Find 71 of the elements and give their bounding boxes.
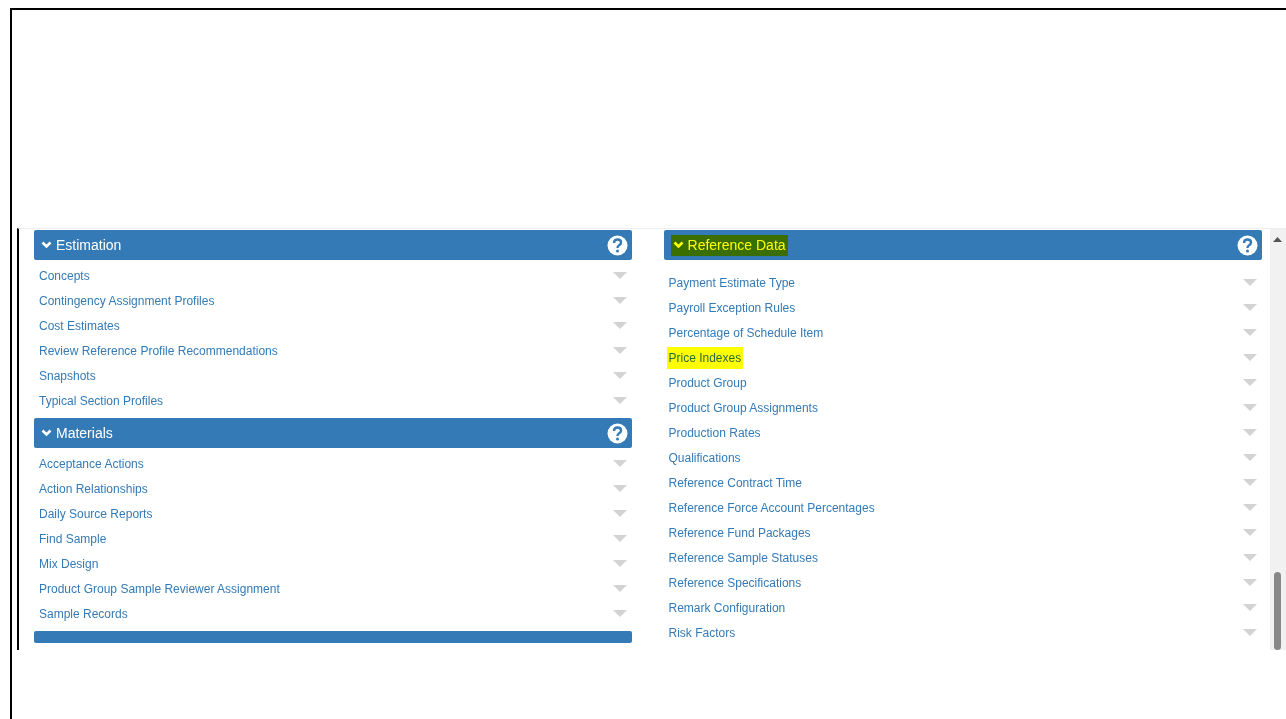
- caret-down-icon[interactable]: [1242, 479, 1257, 486]
- caret-down-icon[interactable]: [613, 347, 627, 354]
- menu-link[interactable]: Price Indexes: [666, 346, 744, 369]
- menu-link[interactable]: Reference Sample Statuses: [668, 548, 818, 567]
- caret-down-icon[interactable]: [1242, 504, 1257, 511]
- chevron-down-icon: [41, 429, 52, 437]
- panel-title[interactable]: Reference Data: [670, 234, 788, 256]
- menu-link[interactable]: Action Relationships: [39, 479, 148, 498]
- caret-down-icon[interactable]: [613, 397, 627, 404]
- caret-down-icon[interactable]: [613, 272, 627, 279]
- menu-link[interactable]: Sample Records: [39, 604, 128, 623]
- caret-down-icon[interactable]: [1242, 579, 1257, 586]
- caret-down-icon[interactable]: [1242, 554, 1257, 561]
- menu-link[interactable]: Reference Specifications: [668, 573, 802, 592]
- menu-link[interactable]: Payroll Exception Rules: [668, 298, 796, 317]
- scrollbar[interactable]: [1270, 229, 1286, 650]
- chevron-down-icon: [41, 241, 52, 249]
- menu-link[interactable]: Remark Configuration: [668, 598, 786, 617]
- caret-down-icon[interactable]: [1242, 304, 1257, 311]
- help-icon[interactable]: [607, 422, 628, 444]
- panel-header[interactable]: Estimation: [34, 230, 632, 260]
- caret-down-icon[interactable]: [613, 322, 627, 329]
- caret-down-icon[interactable]: [613, 610, 627, 617]
- help-icon[interactable]: [607, 234, 628, 256]
- menu-link[interactable]: Acceptance Actions: [39, 454, 144, 473]
- caret-down-icon[interactable]: [613, 510, 627, 517]
- menu-link[interactable]: Snapshots: [39, 366, 96, 385]
- menu-link[interactable]: Review Reference Profile Recommendations: [39, 341, 278, 360]
- caret-down-icon[interactable]: [1242, 379, 1257, 386]
- panel-header[interactable]: Materials: [34, 418, 632, 448]
- menu-link[interactable]: Percentage of Schedule Item: [668, 323, 824, 342]
- caret-down-icon[interactable]: [1242, 454, 1257, 461]
- menu-link[interactable]: Reference Force Account Percentages: [668, 498, 875, 517]
- menu-link[interactable]: Find Sample: [39, 529, 107, 548]
- caret-down-icon[interactable]: [613, 460, 627, 467]
- menu-link[interactable]: Production Rates: [668, 423, 761, 442]
- caret-down-icon[interactable]: [1242, 629, 1257, 636]
- menu-link[interactable]: Reference Fund Packages: [668, 523, 811, 542]
- chevron-down-icon: [672, 241, 684, 249]
- caret-down-icon[interactable]: [613, 297, 627, 304]
- scroll-up-icon[interactable]: [1273, 237, 1283, 242]
- menu-link[interactable]: Product Group: [668, 373, 747, 392]
- menu-link[interactable]: Concepts: [39, 266, 90, 285]
- caret-down-icon[interactable]: [1242, 604, 1257, 611]
- caret-down-icon[interactable]: [1242, 529, 1257, 536]
- caret-down-icon[interactable]: [1242, 329, 1257, 336]
- caret-down-icon[interactable]: [1242, 404, 1257, 411]
- menu-link[interactable]: Daily Source Reports: [39, 504, 153, 523]
- menu-link[interactable]: Product Group Sample Reviewer Assignment: [39, 579, 280, 598]
- scrollbar-thumb[interactable]: [1274, 572, 1282, 650]
- menu-link[interactable]: Mix Design: [39, 554, 99, 573]
- help-icon[interactable]: [1236, 234, 1258, 256]
- menu-link[interactable]: Payment Estimate Type: [668, 273, 796, 292]
- caret-down-icon[interactable]: [613, 560, 627, 567]
- panel-title[interactable]: Materials: [41, 422, 113, 444]
- caret-down-icon[interactable]: [1242, 429, 1257, 436]
- caret-down-icon[interactable]: [613, 535, 627, 542]
- caret-down-icon[interactable]: [613, 485, 627, 492]
- menu-link[interactable]: Product Group Assignments: [668, 398, 818, 417]
- caret-down-icon[interactable]: [613, 585, 627, 592]
- caret-down-icon[interactable]: [1242, 354, 1257, 361]
- menu-link[interactable]: Typical Section Profiles: [39, 391, 164, 410]
- menu-link[interactable]: Contingency Assignment Profiles: [39, 291, 215, 310]
- menu-link[interactable]: Reference Contract Time: [668, 473, 802, 492]
- caret-down-icon[interactable]: [613, 372, 627, 379]
- menu-link[interactable]: Qualifications: [668, 448, 741, 467]
- caret-down-icon[interactable]: [1242, 279, 1257, 286]
- menu-link[interactable]: Risk Factors: [668, 623, 736, 642]
- menu-link[interactable]: Cost Estimates: [39, 316, 120, 335]
- panel-title[interactable]: Estimation: [41, 234, 122, 256]
- panel-header[interactable]: Reference Data: [663, 230, 1262, 260]
